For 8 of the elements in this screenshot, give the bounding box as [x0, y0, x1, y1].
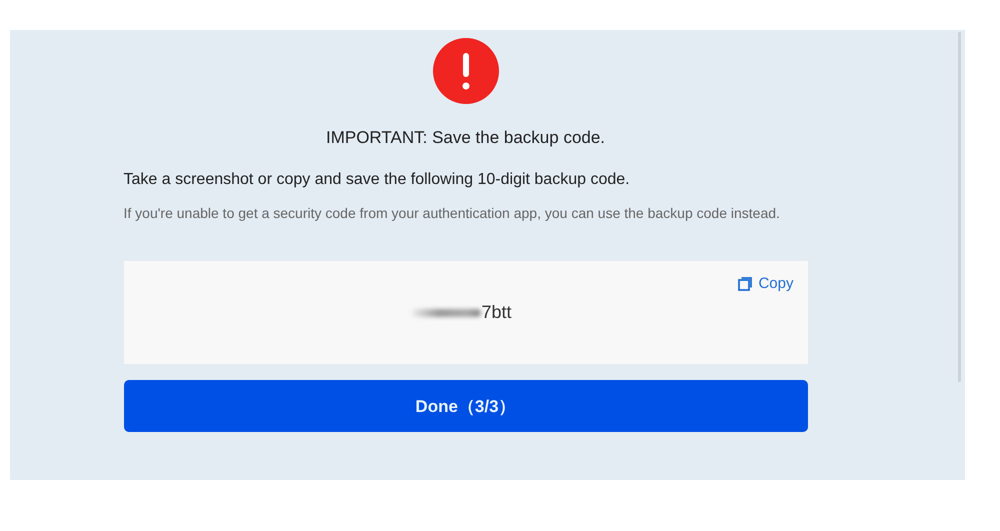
- dialog-title: IMPORTANT: Save the backup code.: [324, 128, 606, 148]
- backup-code: 7btt: [481, 302, 512, 323]
- done-button[interactable]: Done（3/3）: [124, 380, 808, 432]
- hint-text: If you're unable to get a security code from your authentication app, you can use the backup code instead.: [124, 204, 781, 223]
- instruction-text: Take a screenshot or copy and save the following 10-digit backup code.: [124, 171, 631, 189]
- copy-icon: [738, 276, 752, 290]
- alert-icon: [432, 38, 498, 104]
- copy-button[interactable]: Copy: [738, 275, 794, 292]
